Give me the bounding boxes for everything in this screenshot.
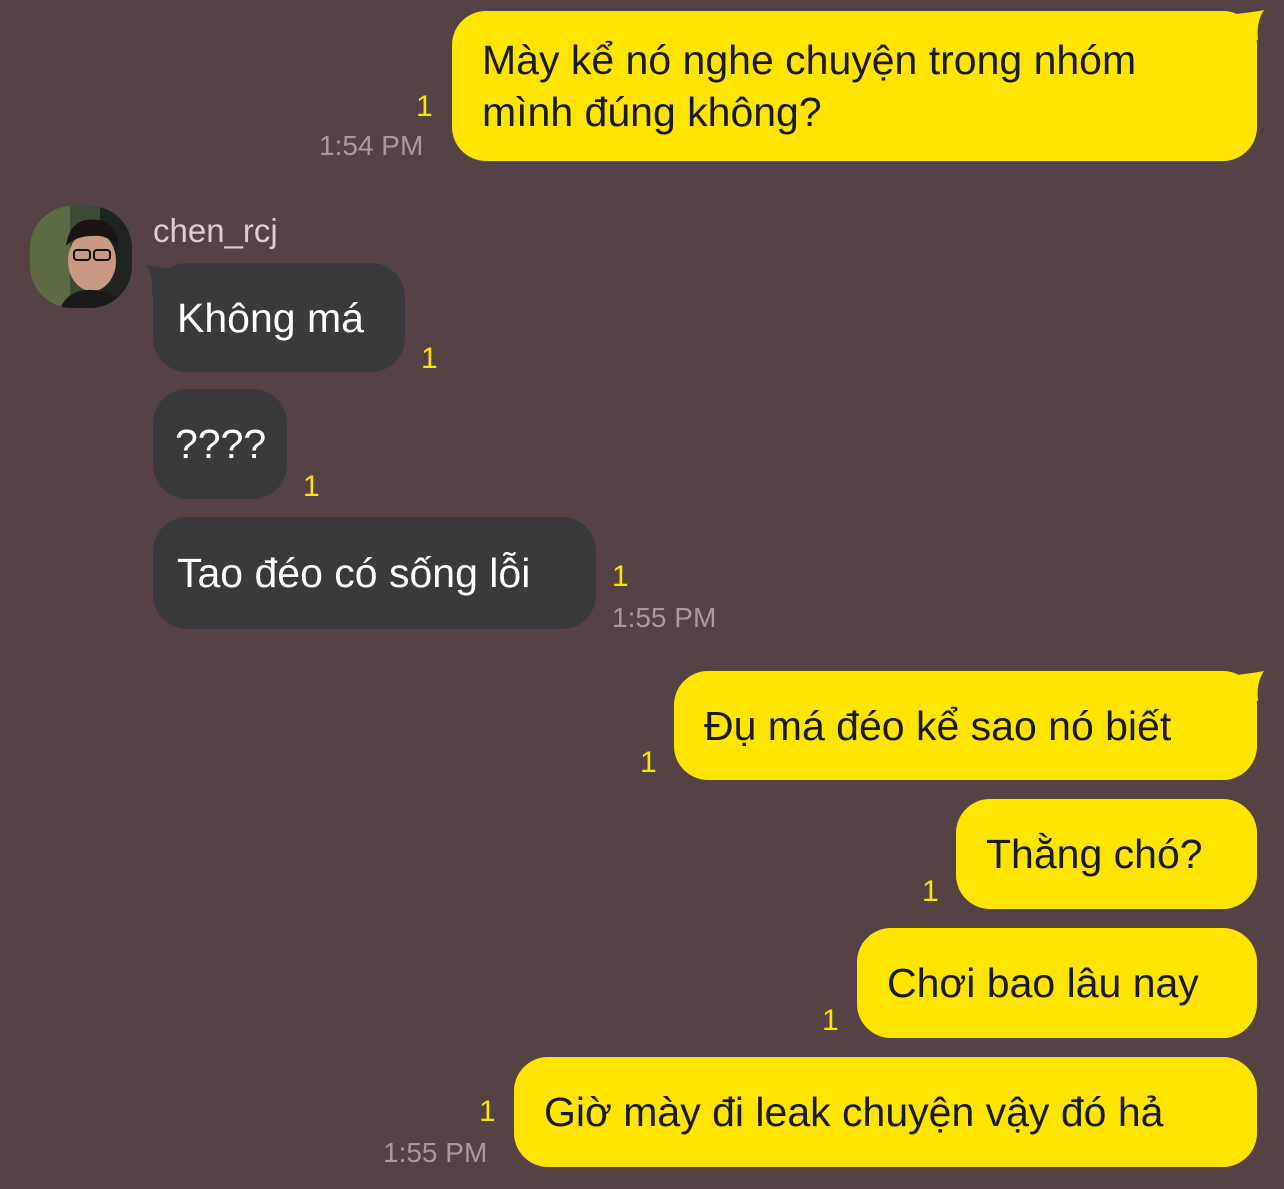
contact-name[interactable]: chen_rcj [153,213,278,249]
message-text: Đụ má đéo kể sao nó biết [704,702,1172,749]
message-time: 1:54 PM [319,130,424,161]
message-bubble-incoming[interactable]: Tao đéo có sống lỗi [153,517,596,629]
user-photo-avatar-icon [30,206,132,308]
unread-count: 1 [303,470,320,503]
message-bubble-outgoing[interactable]: Thằng chó? [956,799,1257,909]
message-bubble-outgoing[interactable]: Chơi bao lâu nay [857,928,1257,1038]
contact-avatar[interactable] [30,206,132,308]
unread-count: 1 [640,746,657,779]
message-bubble-incoming[interactable]: ???? [153,389,287,499]
message-bubble-incoming[interactable]: Không má [153,263,405,372]
message-time: 1:55 PM [383,1137,488,1168]
message-text: Không má [177,294,364,341]
message-text: Mày kể nó nghe chuyện trong nhóm mình đú… [482,37,1137,135]
message-bubble-outgoing[interactable]: Mày kể nó nghe chuyện trong nhóm mình đú… [452,11,1257,161]
unread-count: 1 [612,560,629,593]
unread-count: 1 [922,875,939,908]
unread-count: 1 [416,90,433,123]
message-text: Chơi bao lâu nay [887,960,1199,1006]
unread-count: 1 [479,1095,496,1128]
message-bubble-outgoing[interactable]: Giờ mày đi leak chuyện vậy đó hả [514,1057,1257,1167]
message-text: Tao đéo có sống lỗi [177,550,531,596]
unread-count: 1 [822,1004,839,1037]
message-time: 1:55 PM [612,602,717,633]
unread-count: 1 [421,342,438,375]
message-text: Giờ mày đi leak chuyện vậy đó hả [544,1089,1164,1135]
message-bubble-outgoing[interactable]: Đụ má đéo kể sao nó biết [674,671,1257,780]
message-text: Thằng chó? [986,831,1203,877]
message-text: ???? [175,421,267,467]
